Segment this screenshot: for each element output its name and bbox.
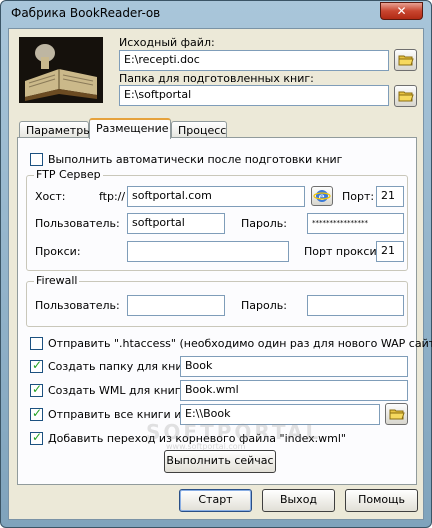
close-button[interactable]: ✕ (380, 2, 423, 20)
source-file-input[interactable]: E:\recepti.doc (119, 50, 389, 71)
ftp-host-input[interactable]: softportal.com (127, 186, 305, 207)
firewall-user-input[interactable] (127, 295, 225, 316)
create-wml-input[interactable]: Book.wml (180, 380, 408, 401)
title-bar[interactable]: Фабрика BookReader-ов ✕ (1, 1, 431, 27)
send-all-checkbox[interactable] (30, 406, 43, 421)
ftp-password-input[interactable]: **************** (307, 213, 404, 234)
htaccess-label: Отправить ".htaccess" (необходимо один р… (48, 337, 432, 350)
ftp-password-label: Пароль: (241, 217, 287, 230)
create-folder-checkbox[interactable] (30, 358, 43, 373)
create-folder-input[interactable]: Book (180, 356, 408, 377)
output-folder-input[interactable]: E:\softportal (119, 85, 389, 106)
app-window: Фабрика BookReader-ов ✕ Исходный файл: E… (0, 0, 432, 528)
firewall-group: Firewall Пользователь: Пароль: (26, 274, 408, 327)
create-folder-label: Создать папку для книг: (48, 360, 192, 373)
ftp-host-prefix: ftp:// (99, 190, 126, 203)
create-wml-label: Создать WML для книг: (48, 384, 185, 397)
ftp-connect-button[interactable]: e (311, 186, 333, 206)
placement-tab-panel: Выполнить автоматически после подготовки… (17, 137, 432, 485)
ftp-user-label: Пользователь: (35, 217, 120, 230)
start-button[interactable]: Старт (179, 489, 252, 512)
htaccess-checkbox[interactable] (30, 337, 43, 350)
internet-explorer-icon: e (313, 190, 331, 203)
ftp-proxy-input[interactable] (127, 241, 289, 262)
source-file-label: Исходный файл: (119, 36, 215, 49)
browse-send-folder-button[interactable] (385, 403, 408, 425)
create-wml-checkbox[interactable] (30, 382, 43, 397)
ftp-port-input[interactable]: 21 (376, 186, 404, 207)
book-logo-image (19, 37, 103, 103)
auto-run-label: Выполнить автоматически после подготовки… (48, 153, 343, 166)
folder-icon (398, 91, 414, 102)
auto-run-checkbox[interactable] (30, 153, 43, 166)
ftp-proxy-port-label: Порт прокси: (304, 245, 381, 258)
ftp-group-title: FTP Сервер (34, 168, 103, 181)
tab-placement[interactable]: Размещение (89, 118, 171, 139)
output-folder-label: Папка для подготовленных книг: (119, 72, 314, 85)
ftp-proxy-port-input[interactable]: 21 (376, 241, 404, 262)
window-title: Фабрика BookReader-ов (11, 6, 161, 20)
ftp-user-input[interactable]: softportal (127, 213, 225, 234)
ftp-proxy-label: Прокси: (35, 245, 81, 258)
source-file-label-text: Исходный файл: (119, 36, 215, 49)
ftp-port-label: Порт: (342, 190, 375, 203)
firewall-password-label: Пароль: (241, 299, 287, 312)
run-now-button[interactable]: Выполнить сейчас (164, 450, 276, 473)
dialog-client: Исходный файл: E:\recepti.doc Папка для … (8, 28, 432, 520)
firewall-user-label: Пользователь: (35, 299, 120, 312)
firewall-group-title: Firewall (34, 274, 80, 287)
exit-button[interactable]: Выход (262, 489, 335, 512)
watermark-url: www.softportal.com (166, 442, 246, 451)
add-link-checkbox[interactable] (30, 430, 43, 445)
browse-source-button[interactable] (394, 49, 417, 71)
folder-icon (389, 409, 405, 420)
watermark: SOFTPORTAL (146, 420, 322, 444)
help-button[interactable]: Помощь (345, 489, 418, 512)
firewall-password-input[interactable] (307, 295, 404, 316)
browse-output-button[interactable] (394, 85, 417, 107)
ftp-server-group: FTP Сервер Хост: ftp:// softportal.com e… (26, 168, 408, 271)
ftp-host-label: Хост: (35, 190, 66, 203)
folder-icon (398, 55, 414, 66)
